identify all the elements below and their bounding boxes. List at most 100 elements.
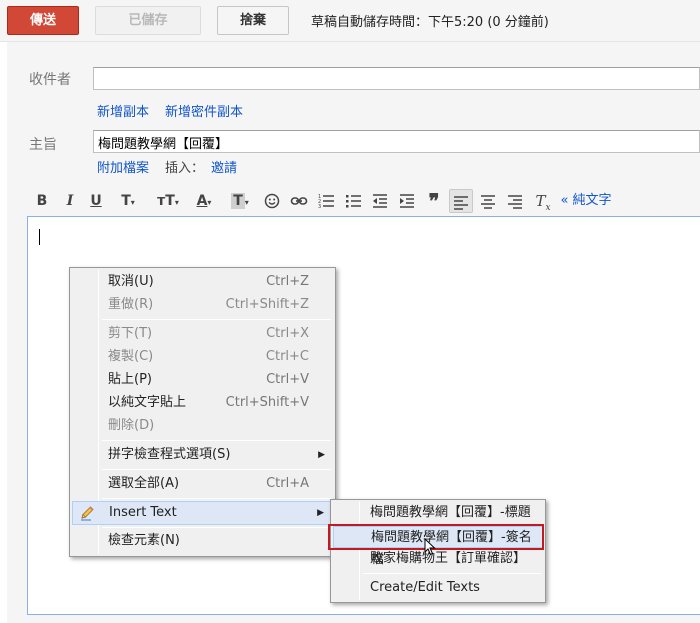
menu-item-label: Insert Text (109, 505, 177, 520)
remove-formatting-icon: Tx (535, 192, 551, 213)
submenu-item-label: 敗家梅購物王【訂單確認】 (370, 551, 527, 566)
quote-icon: ❞ (428, 189, 440, 213)
numbered-list-button[interactable]: 123 (316, 189, 336, 213)
menu-item-shortcut: Ctrl+X (266, 326, 309, 341)
menu-separator (102, 527, 331, 528)
svg-text:3: 3 (318, 204, 321, 209)
menu-separator (102, 498, 331, 499)
numbered-list-icon: 123 (318, 194, 334, 210)
chevron-down-icon: ▾ (244, 198, 249, 207)
align-center-icon (481, 195, 495, 209)
insert-text-submenu: 梅問題教學網【回覆】-標題 梅問題教學網【回覆】-簽名檔 敗家梅購物王【訂單確認… (330, 499, 546, 603)
menu-item-select-all[interactable]: 選取全部(A) Ctrl+A (72, 473, 333, 495)
link-icon (290, 197, 308, 205)
to-label: 收件者 (29, 72, 71, 88)
font-size-button[interactable]: тT▾ (152, 189, 184, 213)
menu-item-label: 剪下(T) (108, 326, 153, 341)
invitation-link[interactable]: 邀請 (211, 157, 237, 176)
add-bcc-link[interactable]: 新增密件副本 (165, 101, 243, 120)
mouse-cursor-icon (424, 537, 436, 560)
remove-formatting-button[interactable]: Tx (533, 189, 553, 213)
menu-item-insert-text[interactable]: Insert Text ▶ (72, 501, 333, 525)
menu-item-label: 重做(R) (108, 297, 154, 312)
background-color-button[interactable]: T ▾ (226, 189, 254, 213)
context-menu: 取消(U) Ctrl+Z 重做(R) Ctrl+Shift+Z 剪下(T) Ct… (69, 267, 336, 557)
bulleted-list-icon (346, 195, 361, 208)
discard-button[interactable]: 捨棄 (217, 6, 289, 35)
menu-item-shortcut: Ctrl+Shift+Z (225, 297, 309, 312)
align-right-icon (508, 195, 522, 209)
pencil-icon (79, 505, 95, 529)
submenu-item-label: 梅問題教學網【回覆】-標題 (370, 505, 531, 520)
menu-item-label: 貼上(P) (108, 372, 152, 387)
menu-item-copy[interactable]: 複製(C) Ctrl+C (72, 346, 333, 368)
attach-file-link[interactable]: 附加檔案 (97, 157, 149, 176)
menu-item-shortcut: Ctrl+V (266, 372, 309, 387)
bulleted-list-button[interactable] (343, 189, 363, 213)
saved-button: 已儲存 (95, 6, 201, 35)
align-left-icon (454, 196, 468, 210)
menu-item-label: 取消(U) (108, 274, 154, 289)
emoji-icon (264, 193, 280, 209)
menu-separator (102, 319, 331, 320)
subject-label: 主旨 (29, 137, 57, 153)
menu-item-paste[interactable]: 貼上(P) Ctrl+V (72, 369, 333, 391)
submenu-item-title[interactable]: 梅問題教學網【回覆】-標題 (333, 502, 543, 524)
subject-field[interactable]: 梅問題教學網【回覆】 (93, 130, 700, 153)
menu-item-delete[interactable]: 刪除(D) (72, 415, 333, 437)
add-cc-link[interactable]: 新增副本 (97, 101, 149, 120)
send-button[interactable]: 傳送 (7, 6, 79, 35)
submenu-item-create-edit[interactable]: Create/Edit Texts (333, 577, 543, 599)
menu-item-shortcut: Ctrl+C (265, 349, 309, 364)
formatting-toolbar: B I U T▾ тT▾ A▾ T ▾ 123 ❞ Tx « 純文字 (28, 189, 700, 213)
emoji-button[interactable] (262, 189, 282, 213)
menu-separator (102, 440, 331, 441)
menu-item-undo[interactable]: 取消(U) Ctrl+Z (72, 271, 333, 293)
indent-more-button[interactable] (397, 189, 417, 213)
quote-button[interactable]: ❞ (424, 189, 444, 213)
top-action-bar: 傳送 已儲存 捨棄 草稿自動儲存時間：下午5:20 (0 分鐘前) (0, 0, 700, 42)
menu-item-shortcut: Ctrl+A (266, 476, 309, 491)
autosave-status: 草稿自動儲存時間：下午5:20 (0 分鐘前) (311, 15, 549, 30)
font-label: T (121, 193, 131, 209)
indent-less-button[interactable] (370, 189, 390, 213)
menu-separator (363, 573, 541, 574)
insert-label: 插入： (165, 161, 205, 176)
bold-button[interactable]: B (34, 189, 50, 213)
align-left-button[interactable] (449, 189, 473, 213)
font-size-label: тT (157, 193, 175, 209)
underline-button[interactable]: U (88, 189, 104, 213)
align-right-button[interactable] (505, 189, 525, 213)
menu-item-label: 拼字檢查程式選項(S) (108, 447, 231, 462)
text-color-label: A (196, 193, 208, 209)
chevron-down-icon: ▾ (130, 198, 135, 207)
align-center-button[interactable] (478, 189, 498, 213)
highlight-annotation-box (328, 524, 544, 550)
font-button[interactable]: T▾ (114, 189, 142, 213)
text-color-button[interactable]: A▾ (190, 189, 218, 213)
plain-text-link[interactable]: « 純文字 (558, 189, 614, 213)
menu-item-label: 檢查元素(N) (108, 533, 180, 548)
menu-item-cut[interactable]: 剪下(T) Ctrl+X (72, 323, 333, 345)
menu-item-label: 以純文字貼上 (108, 395, 187, 410)
submenu-item-label: Create/Edit Texts (370, 580, 480, 595)
submenu-item-order-confirm[interactable]: 敗家梅購物王【訂單確認】 (333, 548, 543, 570)
text-caret (39, 229, 40, 245)
chevron-down-icon: ▾ (207, 198, 212, 207)
menu-item-shortcut: Ctrl+Shift+V (225, 395, 309, 410)
menu-item-redo[interactable]: 重做(R) Ctrl+Shift+Z (72, 294, 333, 316)
background-color-label: T (231, 193, 245, 209)
menu-item-label: 複製(C) (108, 349, 154, 364)
menu-item-shortcut: Ctrl+Z (266, 274, 309, 289)
menu-item-inspect[interactable]: 檢查元素(N) (72, 530, 333, 552)
menu-item-paste-plain[interactable]: 以純文字貼上 Ctrl+Shift+V (72, 392, 333, 414)
submenu-arrow-icon: ▶ (317, 508, 324, 518)
chevron-down-icon: ▾ (174, 198, 179, 207)
indent-less-icon (373, 194, 387, 208)
italic-button[interactable]: I (62, 189, 78, 213)
link-button[interactable] (288, 189, 310, 213)
menu-item-spellcheck[interactable]: 拼字檢查程式選項(S) ▶ (72, 444, 333, 466)
indent-more-icon (400, 194, 414, 208)
to-field[interactable] (93, 67, 700, 90)
menu-item-label: 刪除(D) (108, 418, 155, 433)
